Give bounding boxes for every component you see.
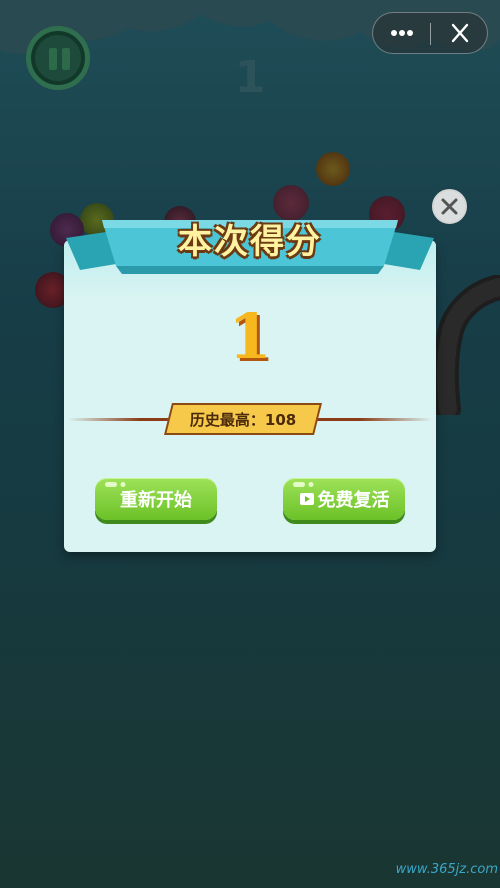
free-revive-button[interactable]: 免费复活 — [283, 478, 405, 520]
panel-close-button[interactable] — [432, 189, 467, 224]
best-score-text: 历史最高：108 — [189, 410, 297, 429]
more-button[interactable] — [385, 19, 419, 47]
best-score-badge: 历史最高：108 — [164, 403, 322, 435]
snake-decoration — [432, 275, 500, 415]
more-dots-icon — [391, 30, 413, 36]
close-icon — [451, 23, 469, 43]
menu-capsule — [372, 12, 488, 54]
restart-button[interactable]: 重新开始 — [95, 478, 217, 520]
final-score: 1 — [228, 300, 272, 373]
restart-label: 重新开始 — [120, 490, 192, 511]
candy-decoration — [316, 152, 350, 186]
capsule-divider — [430, 23, 431, 45]
close-circle-icon — [441, 198, 458, 215]
pause-button[interactable] — [26, 26, 90, 90]
revive-label: 免费复活 — [317, 490, 390, 511]
video-icon — [299, 493, 314, 505]
watermark-text: www.365jz.com — [395, 862, 498, 877]
game-screen: { "hud": { "current_score": "1" }, "resu… — [0, 0, 500, 888]
button-shine-decoration — [293, 482, 314, 487]
panel-title: 本次得分 — [178, 222, 322, 262]
button-shine-decoration — [105, 482, 126, 487]
exit-button[interactable] — [443, 19, 477, 47]
hud-score: 1 — [234, 52, 266, 103]
